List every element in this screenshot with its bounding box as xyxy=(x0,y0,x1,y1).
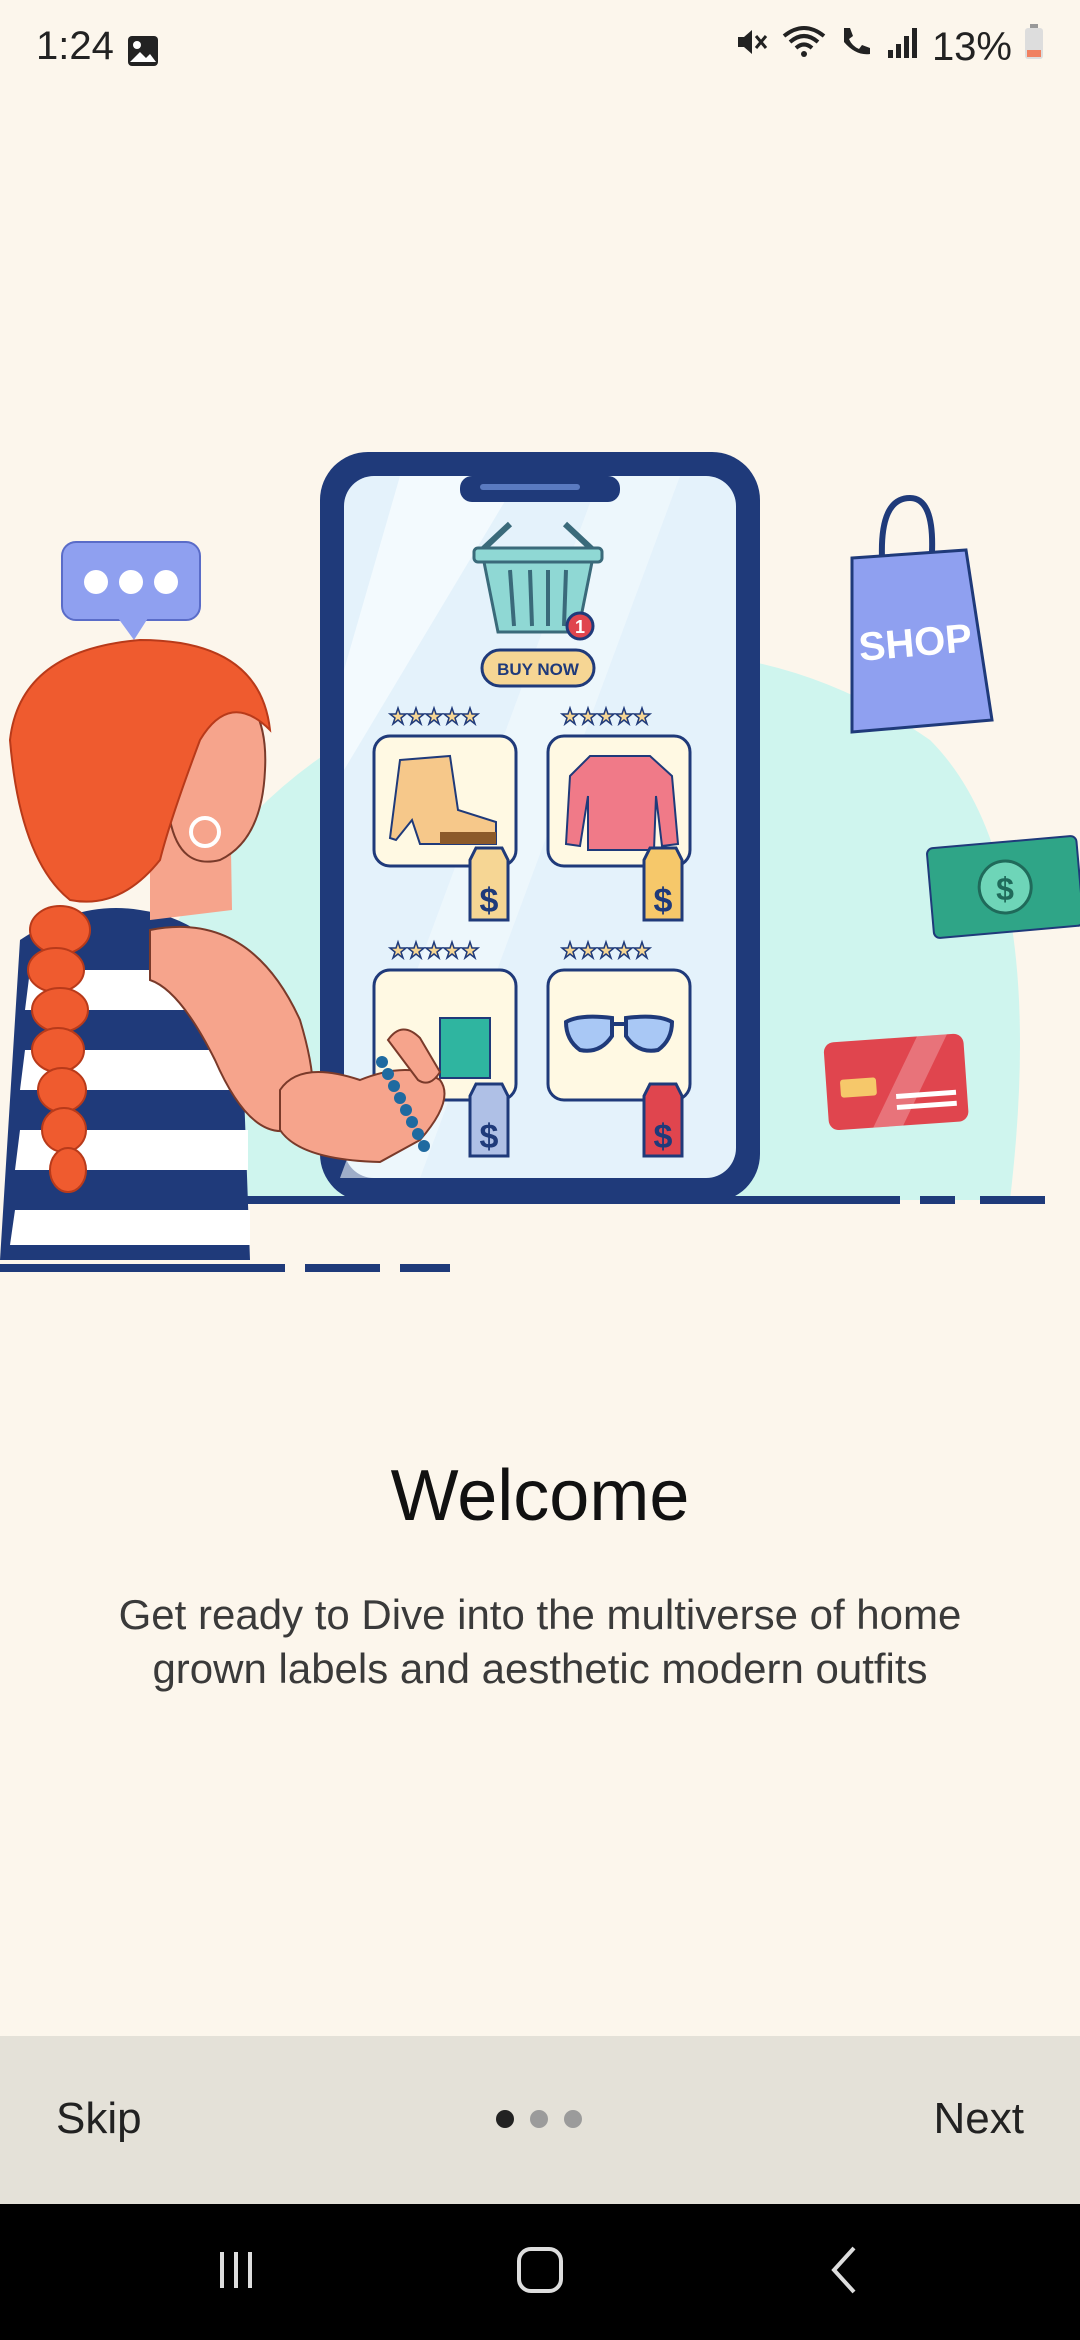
wifi-calling-icon xyxy=(838,24,874,70)
recents-button[interactable] xyxy=(136,2204,336,2340)
back-button[interactable] xyxy=(744,2204,944,2340)
status-icons: 13% xyxy=(734,24,1044,70)
onboarding-footer: Skip Next xyxy=(0,2036,1080,2204)
status-bar: 1:24 13% xyxy=(0,0,1080,100)
page-dot-2[interactable] xyxy=(530,2110,548,2128)
skip-button[interactable]: Skip xyxy=(56,2094,142,2144)
home-button[interactable] xyxy=(440,2204,640,2340)
page-dot-1[interactable] xyxy=(496,2110,514,2128)
svg-text:$: $ xyxy=(480,882,499,920)
back-icon xyxy=(822,2244,866,2301)
shopping-bag-icon xyxy=(850,494,994,734)
svg-text:$: $ xyxy=(480,1118,499,1156)
image-icon xyxy=(126,34,160,73)
welcome-title: Welcome xyxy=(390,1456,690,1536)
next-button[interactable]: Next xyxy=(934,2094,1024,2144)
welcome-illustration: 1 BUY NOW $ $ $ $ SHOP $ xyxy=(0,440,1080,1300)
chat-bubble-icon xyxy=(61,541,201,640)
credit-card-icon xyxy=(823,1033,969,1131)
svg-text:$: $ xyxy=(996,871,1014,907)
welcome-description: Get ready to Dive into the multiverse of… xyxy=(118,1591,962,1692)
buy-now-label: BUY NOW xyxy=(497,660,580,679)
battery-icon xyxy=(1024,24,1044,70)
system-nav-bar xyxy=(0,2204,1080,2340)
recents-icon xyxy=(212,2246,260,2299)
status-time: 1:24 xyxy=(36,24,114,68)
mute-icon xyxy=(734,24,770,70)
svg-text:$: $ xyxy=(654,882,673,920)
page-indicator xyxy=(496,2110,582,2128)
svg-text:1: 1 xyxy=(575,617,585,637)
page-dot-3[interactable] xyxy=(564,2110,582,2128)
home-icon xyxy=(514,2244,566,2301)
wifi-icon xyxy=(782,24,826,70)
svg-text:$: $ xyxy=(654,1118,673,1156)
signal-icon xyxy=(886,25,920,70)
battery-percent: 13% xyxy=(931,24,1012,69)
